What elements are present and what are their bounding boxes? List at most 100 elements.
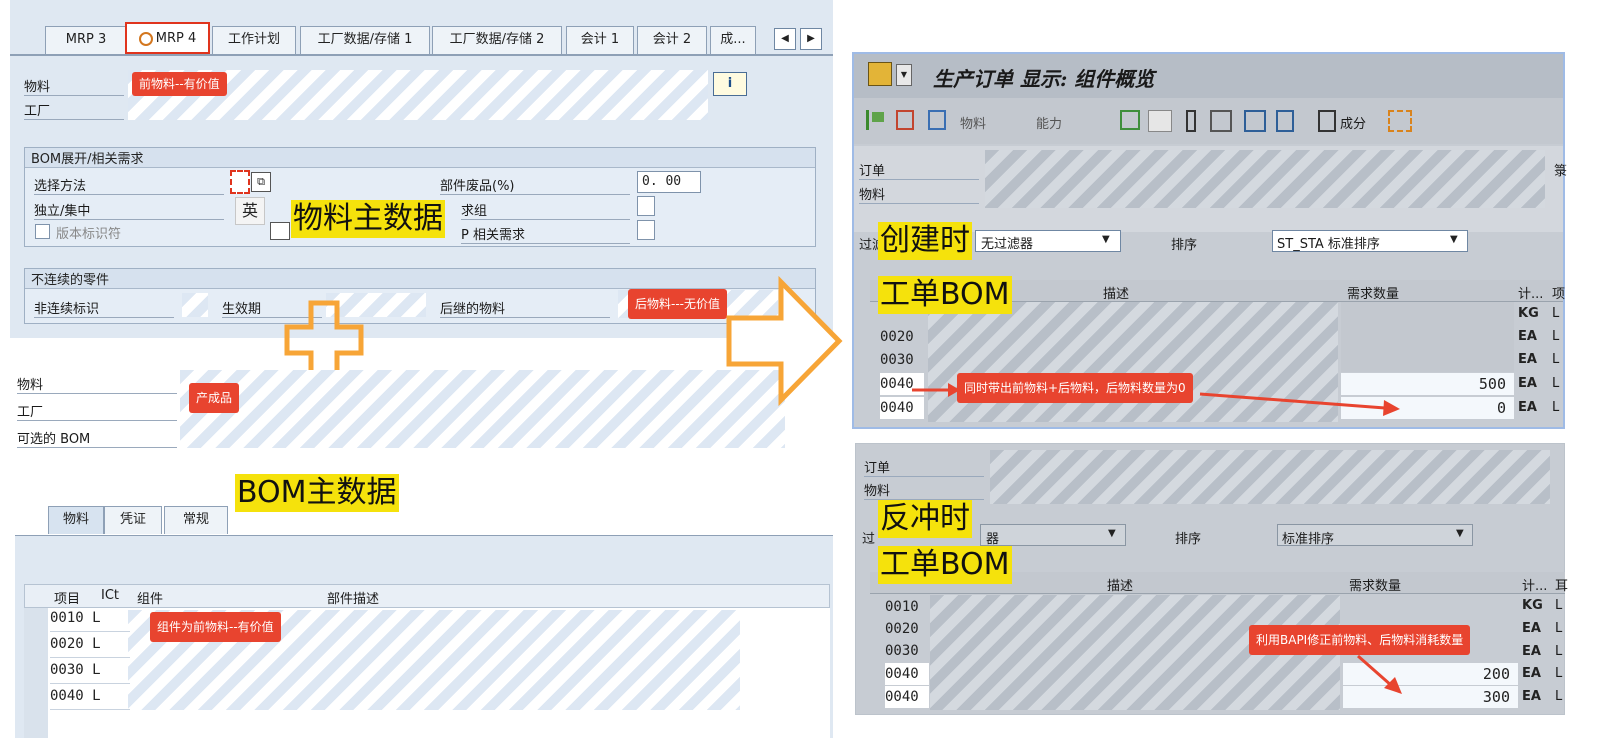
- row-item: 0010: [885, 599, 919, 615]
- doc-icon[interactable]: [896, 110, 914, 130]
- tab-accounting-1[interactable]: 会计 1: [566, 26, 634, 54]
- order-label: 订单: [859, 160, 979, 180]
- bf-cat-cell: L: [1555, 666, 1563, 681]
- tab-bom-document[interactable]: 凭证: [104, 506, 162, 534]
- table-row[interactable]: 0040 L: [50, 688, 130, 710]
- copy-icon[interactable]: ⧉: [251, 172, 271, 192]
- bf-material-label: 物料: [864, 480, 984, 500]
- info-icon[interactable]: i: [713, 72, 747, 96]
- table-row[interactable]: 0010 L: [50, 610, 130, 632]
- bf-sort-value: 标准排序: [1282, 532, 1335, 547]
- tab-strip-line: [10, 54, 833, 56]
- header-item: 项目: [54, 592, 81, 607]
- table-row[interactable]: 0040: [885, 686, 929, 708]
- bf-filter-chevron-down-icon[interactable]: ▼: [1108, 528, 1116, 539]
- bf-filter-value: 器: [986, 532, 1000, 547]
- row-item: 0030: [50, 662, 84, 678]
- col-description: 描述: [1103, 287, 1130, 302]
- bf-order-label: 订单: [864, 457, 984, 477]
- dropdown-icon[interactable]: ▼: [896, 64, 912, 86]
- sort-chevron-down-icon[interactable]: ▼: [1450, 234, 1458, 245]
- table-row[interactable]: 0020: [880, 326, 914, 348]
- follow-up-material-label: 后继的物料: [440, 298, 610, 318]
- unit-cell: EA: [1518, 376, 1537, 391]
- bf-cat-cell: L: [1555, 644, 1563, 659]
- row-item: 0010: [50, 610, 84, 626]
- tab-work-scheduling[interactable]: 工作计划: [212, 26, 296, 54]
- plant-label: 工厂: [24, 100, 124, 120]
- tab-mrp3[interactable]: MRP 3: [45, 26, 127, 54]
- mrp-dependent-checkbox[interactable]: [637, 220, 655, 240]
- backflush-title-line1: 反冲时: [878, 500, 972, 538]
- filter-chevron-down-icon[interactable]: ▼: [1102, 234, 1110, 245]
- network-icon[interactable]: [1388, 110, 1412, 132]
- version-checkbox[interactable]: [35, 224, 50, 239]
- tab-scroll-left-button[interactable]: ◀: [774, 28, 796, 50]
- tree-icon[interactable]: [1210, 110, 1232, 132]
- table-row[interactable]: 0020 L: [50, 636, 130, 658]
- tab-mrp4[interactable]: MRP 4: [125, 22, 210, 54]
- table-row[interactable]: 0040: [885, 663, 929, 685]
- header-ict: ICt: [101, 588, 120, 603]
- creation-title-line2: 工单BOM: [878, 276, 1012, 314]
- cat-cell: L: [1552, 352, 1560, 367]
- unit-cell: KG: [1518, 306, 1539, 321]
- bom-material-label: 物料: [17, 374, 177, 394]
- tab-plant-storage-2[interactable]: 工厂数据/存储 2: [432, 26, 562, 54]
- tag-product: 产成品: [189, 383, 240, 413]
- alt-bom-label: 可选的 BOM: [17, 428, 177, 448]
- component-scrap-label: 部件废品(%): [440, 175, 630, 195]
- bf-filter-select[interactable]: [980, 524, 1126, 546]
- toolbar-material-button[interactable]: 物料: [960, 113, 986, 132]
- right-arrow-icon: [726, 276, 843, 406]
- hierarchy-icon[interactable]: [1120, 110, 1140, 130]
- toolbar-components-label: 成分: [1340, 117, 1367, 132]
- components-icon[interactable]: [1318, 110, 1336, 132]
- bf-col-unit: 计...: [1522, 579, 1548, 594]
- selection-method-field[interactable]: [230, 170, 250, 194]
- tab-plant-storage-1[interactable]: 工厂数据/存储 1: [300, 26, 430, 54]
- bom-master-title: BOM主数据: [235, 474, 399, 512]
- tab-accounting-2[interactable]: 会计 2: [637, 26, 707, 54]
- columns-icon[interactable]: [1276, 110, 1294, 132]
- bom-section-title: BOM展开/相关需求: [25, 148, 815, 168]
- table-row[interactable]: 0030: [885, 640, 919, 662]
- bf-cat-cell: L: [1555, 598, 1563, 613]
- requirement-group-checkbox[interactable]: [637, 196, 655, 216]
- bf-col-description: 描述: [1107, 579, 1134, 594]
- sap-menu-icon[interactable]: [868, 62, 892, 86]
- list-icon[interactable]: [1186, 110, 1196, 132]
- order-side-char: 箓: [1554, 164, 1568, 179]
- header-component: 组件: [137, 592, 164, 607]
- bf-sort-chevron-down-icon[interactable]: ▼: [1456, 528, 1464, 539]
- row-item: 0040: [50, 688, 84, 704]
- bf-unit-cell: EA: [1522, 666, 1541, 681]
- mrp4-icon: [138, 31, 153, 46]
- blank-icon[interactable]: [1148, 110, 1172, 132]
- calendar-icon[interactable]: [270, 222, 290, 240]
- discontinued-indicator-label: 非连续标识: [34, 298, 174, 318]
- table-row[interactable]: 0030 L: [50, 662, 130, 684]
- tab-bom-general[interactable]: 常规: [164, 506, 228, 534]
- backflush-arrow: [1357, 654, 1402, 694]
- bf-unit-cell: EA: [1522, 689, 1541, 704]
- toolbar-capacity-button[interactable]: 能力: [1036, 113, 1062, 132]
- bf-masked-order-header: [990, 450, 1550, 504]
- bf-cat-cell: L: [1555, 689, 1563, 704]
- order-material-label: 物料: [859, 184, 979, 204]
- table-row[interactable]: 0020: [885, 618, 919, 640]
- material-master-title: 物料主数据: [291, 200, 445, 238]
- component-scrap-field[interactable]: 0. 00: [637, 171, 701, 193]
- tab-bom-material[interactable]: 物料: [48, 506, 104, 534]
- row-item: 0020: [885, 621, 919, 637]
- table-icon[interactable]: [1244, 110, 1266, 132]
- table-row[interactable]: 0030: [880, 349, 914, 371]
- discontinued-section-title: 不连续的零件: [25, 269, 815, 289]
- flag-icon[interactable]: [866, 110, 884, 130]
- table-row[interactable]: 0010: [885, 596, 919, 618]
- header-component-desc: 部件描述: [327, 592, 380, 607]
- tab-costing[interactable]: 成...: [710, 26, 756, 54]
- tab-scroll-right-button[interactable]: ▶: [800, 28, 822, 50]
- unit-cell: EA: [1518, 329, 1537, 344]
- calc-icon[interactable]: [928, 110, 946, 130]
